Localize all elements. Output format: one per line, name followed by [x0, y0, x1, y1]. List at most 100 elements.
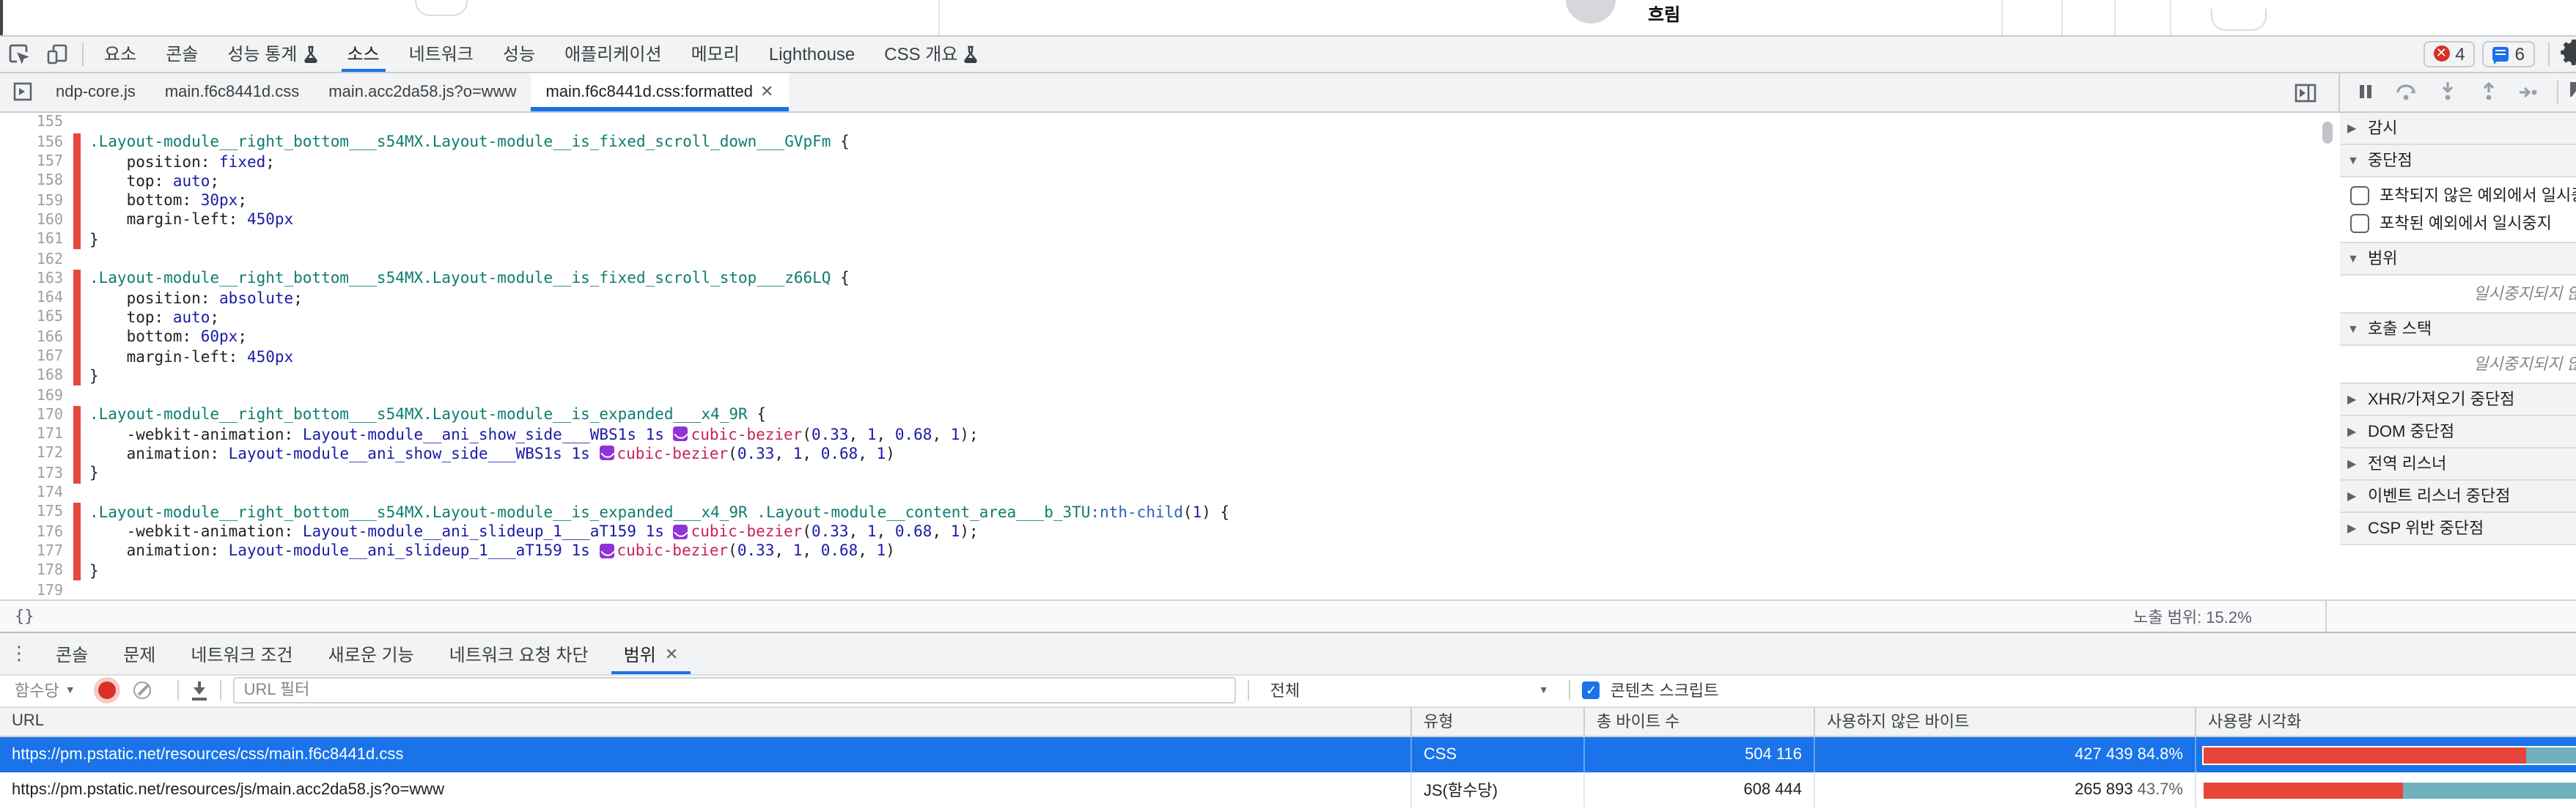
bezier-editor-icon[interactable]: [599, 544, 614, 558]
drawer-menu-icon[interactable]: ⋮: [0, 633, 38, 674]
code-editor[interactable]: 155156.Layout-module__right_bottom___s54…: [0, 112, 2340, 599]
devtools-tab-소스[interactable]: 소스: [332, 36, 394, 72]
drawer-tab-콘솔[interactable]: 콘솔: [38, 633, 106, 674]
step-icon[interactable]: [2510, 75, 2548, 110]
code-token: margin-left:: [89, 348, 247, 366]
close-tab-icon[interactable]: ✕: [665, 644, 678, 663]
code-line-155[interactable]: 155: [0, 114, 2340, 133]
file-tab-ndp-core.js[interactable]: ndp-core.js: [41, 73, 150, 111]
pretty-print-icon[interactable]: {}: [0, 607, 34, 626]
code-line-159[interactable]: 159 bottom: 30px;: [0, 191, 2340, 211]
column-header-사용량 시각화[interactable]: 사용량 시각화: [2196, 707, 2576, 736]
sidebar-section-CSP 위반 중단점[interactable]: ▶CSP 위반 중단점: [2340, 512, 2576, 544]
pause-script-icon[interactable]: [2346, 75, 2384, 110]
content-scripts-checkbox[interactable]: ✓: [1583, 682, 1600, 700]
devtools-tab-성능[interactable]: 성능: [488, 36, 550, 72]
export-coverage-icon[interactable]: [191, 682, 209, 700]
bezier-editor-icon[interactable]: [674, 524, 688, 539]
code-line-173[interactable]: 173}: [0, 464, 2340, 484]
table-row[interactable]: https://pm.pstatic.net/resources/js/main…: [0, 772, 2576, 808]
code-line-165[interactable]: 165 top: auto;: [0, 309, 2340, 328]
coverage-mode-select[interactable]: 함수당 ▼: [0, 679, 84, 703]
drawer-tab-새로운 기능[interactable]: 새로운 기능: [311, 633, 432, 674]
settings-gear-icon[interactable]: [2555, 37, 2576, 72]
code-line-161[interactable]: 161}: [0, 230, 2340, 250]
drawer-tab-범위[interactable]: 범위✕: [606, 633, 696, 674]
deactivate-breakpoints-icon[interactable]: [2567, 76, 2576, 108]
file-tab-main.f6c8441d.css:formatted[interactable]: main.f6c8441d.css:formatted✕: [531, 73, 789, 111]
code-line-169[interactable]: 169: [0, 386, 2340, 406]
step-over-icon[interactable]: [2387, 75, 2425, 110]
checkbox-unchecked[interactable]: [2350, 185, 2369, 204]
device-toolbar-icon[interactable]: [38, 37, 76, 72]
code-line-174[interactable]: 174: [0, 484, 2340, 503]
editor-scrollbar[interactable]: [2322, 121, 2333, 143]
drawer-tab-네트워크 요청 차단[interactable]: 네트워크 요청 차단: [432, 633, 606, 674]
column-header-총 바이트 수[interactable]: 총 바이트 수: [1585, 707, 1815, 736]
sidebar-section-범위[interactable]: ▼범위: [2340, 243, 2576, 275]
url-filter-input[interactable]: [234, 678, 1237, 704]
code-line-164[interactable]: 164 position: absolute;: [0, 289, 2340, 309]
error-count-badge[interactable]: ✕ 4: [2423, 41, 2475, 67]
clear-coverage-button[interactable]: [134, 682, 152, 700]
code-line-175[interactable]: 175.Layout-module__right_bottom___s54MX.…: [0, 503, 2340, 522]
code-line-171[interactable]: 171 -webkit-animation: Layout-module__an…: [0, 425, 2340, 445]
bezier-editor-icon[interactable]: [674, 426, 688, 441]
column-header-유형[interactable]: 유형: [1412, 707, 1585, 736]
code-line-177[interactable]: 177 animation: Layout-module__ani_slideu…: [0, 542, 2340, 562]
code-line-172[interactable]: 172 animation: Layout-module__ani_show_s…: [0, 445, 2340, 465]
show-navigator-icon[interactable]: [3, 73, 41, 108]
code-line-163[interactable]: 163.Layout-module__right_bottom___s54MX.…: [0, 269, 2340, 289]
code-line-158[interactable]: 158 top: auto;: [0, 171, 2340, 191]
code-line-178[interactable]: 178}: [0, 561, 2340, 581]
checkbox-unchecked[interactable]: [2350, 213, 2369, 232]
devtools-tab-애플리케이션[interactable]: 애플리케이션: [550, 36, 677, 72]
file-tab-label: ndp-core.js: [56, 84, 136, 101]
issues-count-badge[interactable]: 6: [2483, 41, 2535, 67]
inspect-element-icon[interactable]: [0, 37, 38, 72]
drawer-tab-네트워크 조건[interactable]: 네트워크 조건: [173, 633, 310, 674]
devtools-tab-성능 통계[interactable]: 성능 통계: [213, 36, 332, 72]
file-tab-main.acc2da58.js?o=www[interactable]: main.acc2da58.js?o=www: [314, 73, 531, 111]
column-header-사용하지 않은 바이트[interactable]: 사용하지 않은 바이트: [1815, 707, 2196, 736]
sidebar-section-감시[interactable]: ▶감시: [2340, 112, 2576, 144]
sidebar-section-호출 스택[interactable]: ▼호출 스택: [2340, 313, 2576, 345]
code-line-156[interactable]: 156.Layout-module__right_bottom___s54MX.…: [0, 133, 2340, 152]
drawer-tab-문제[interactable]: 문제: [106, 633, 173, 674]
code-line-167[interactable]: 167 margin-left: 450px: [0, 347, 2340, 367]
sidebar-section-중단점[interactable]: ▼중단점: [2340, 144, 2576, 177]
sidebar-section-XHR/가져오기 중단점[interactable]: ▶XHR/가져오기 중단점: [2340, 383, 2576, 415]
devtools-tab-메모리[interactable]: 메모리: [677, 36, 754, 72]
code-line-179[interactable]: 179: [0, 581, 2340, 599]
code-line-157[interactable]: 157 position: fixed;: [0, 152, 2340, 172]
code-line-176[interactable]: 176 -webkit-animation: Layout-module__an…: [0, 522, 2340, 542]
line-number: 161: [0, 232, 63, 248]
bezier-editor-icon[interactable]: [599, 446, 614, 461]
code-line-168[interactable]: 168}: [0, 366, 2340, 386]
close-tab-icon[interactable]: ✕: [760, 83, 773, 102]
devtools-tab-네트워크[interactable]: 네트워크: [394, 36, 488, 72]
file-tab-main.f6c8441d.css[interactable]: main.f6c8441d.css: [150, 73, 314, 111]
coverage-marker-empty: [73, 484, 81, 503]
code-line-170[interactable]: 170.Layout-module__right_bottom___s54MX.…: [0, 406, 2340, 426]
type-filter-select[interactable]: 전체 ▼: [1270, 679, 1549, 703]
step-out-icon[interactable]: [2469, 75, 2507, 110]
code-line-166[interactable]: 166 bottom: 60px;: [0, 328, 2340, 347]
record-coverage-button[interactable]: [99, 682, 117, 700]
code-line-162[interactable]: 162: [0, 250, 2340, 270]
sidebar-section-DOM 중단점[interactable]: ▶DOM 중단점: [2340, 415, 2576, 448]
column-header-URL[interactable]: URL: [0, 707, 1412, 736]
breakpoint-option[interactable]: 포착된 예외에서 일시중지: [2340, 209, 2576, 237]
devtools-tab-요소[interactable]: 요소: [89, 36, 151, 72]
devtools-tab-CSS 개요[interactable]: CSS 개요: [869, 36, 993, 72]
sidebar-section-전역 리스너[interactable]: ▶전역 리스너: [2340, 448, 2576, 480]
devtools-tab-Lighthouse[interactable]: Lighthouse: [754, 36, 869, 72]
step-into-icon[interactable]: [2428, 75, 2466, 110]
code-line-160[interactable]: 160 margin-left: 450px: [0, 211, 2340, 231]
code-text: bottom: 60px;: [81, 328, 247, 346]
sidebar-section-이벤트 리스너 중단점[interactable]: ▶이벤트 리스너 중단점: [2340, 480, 2576, 512]
table-row[interactable]: https://pm.pstatic.net/resources/css/mai…: [0, 737, 2576, 772]
devtools-tab-콘솔[interactable]: 콘솔: [151, 36, 213, 72]
breakpoint-option[interactable]: 포착되지 않은 예외에서 일시중지: [2340, 181, 2576, 209]
toggle-debugger-sidebar-icon[interactable]: [2286, 75, 2324, 110]
